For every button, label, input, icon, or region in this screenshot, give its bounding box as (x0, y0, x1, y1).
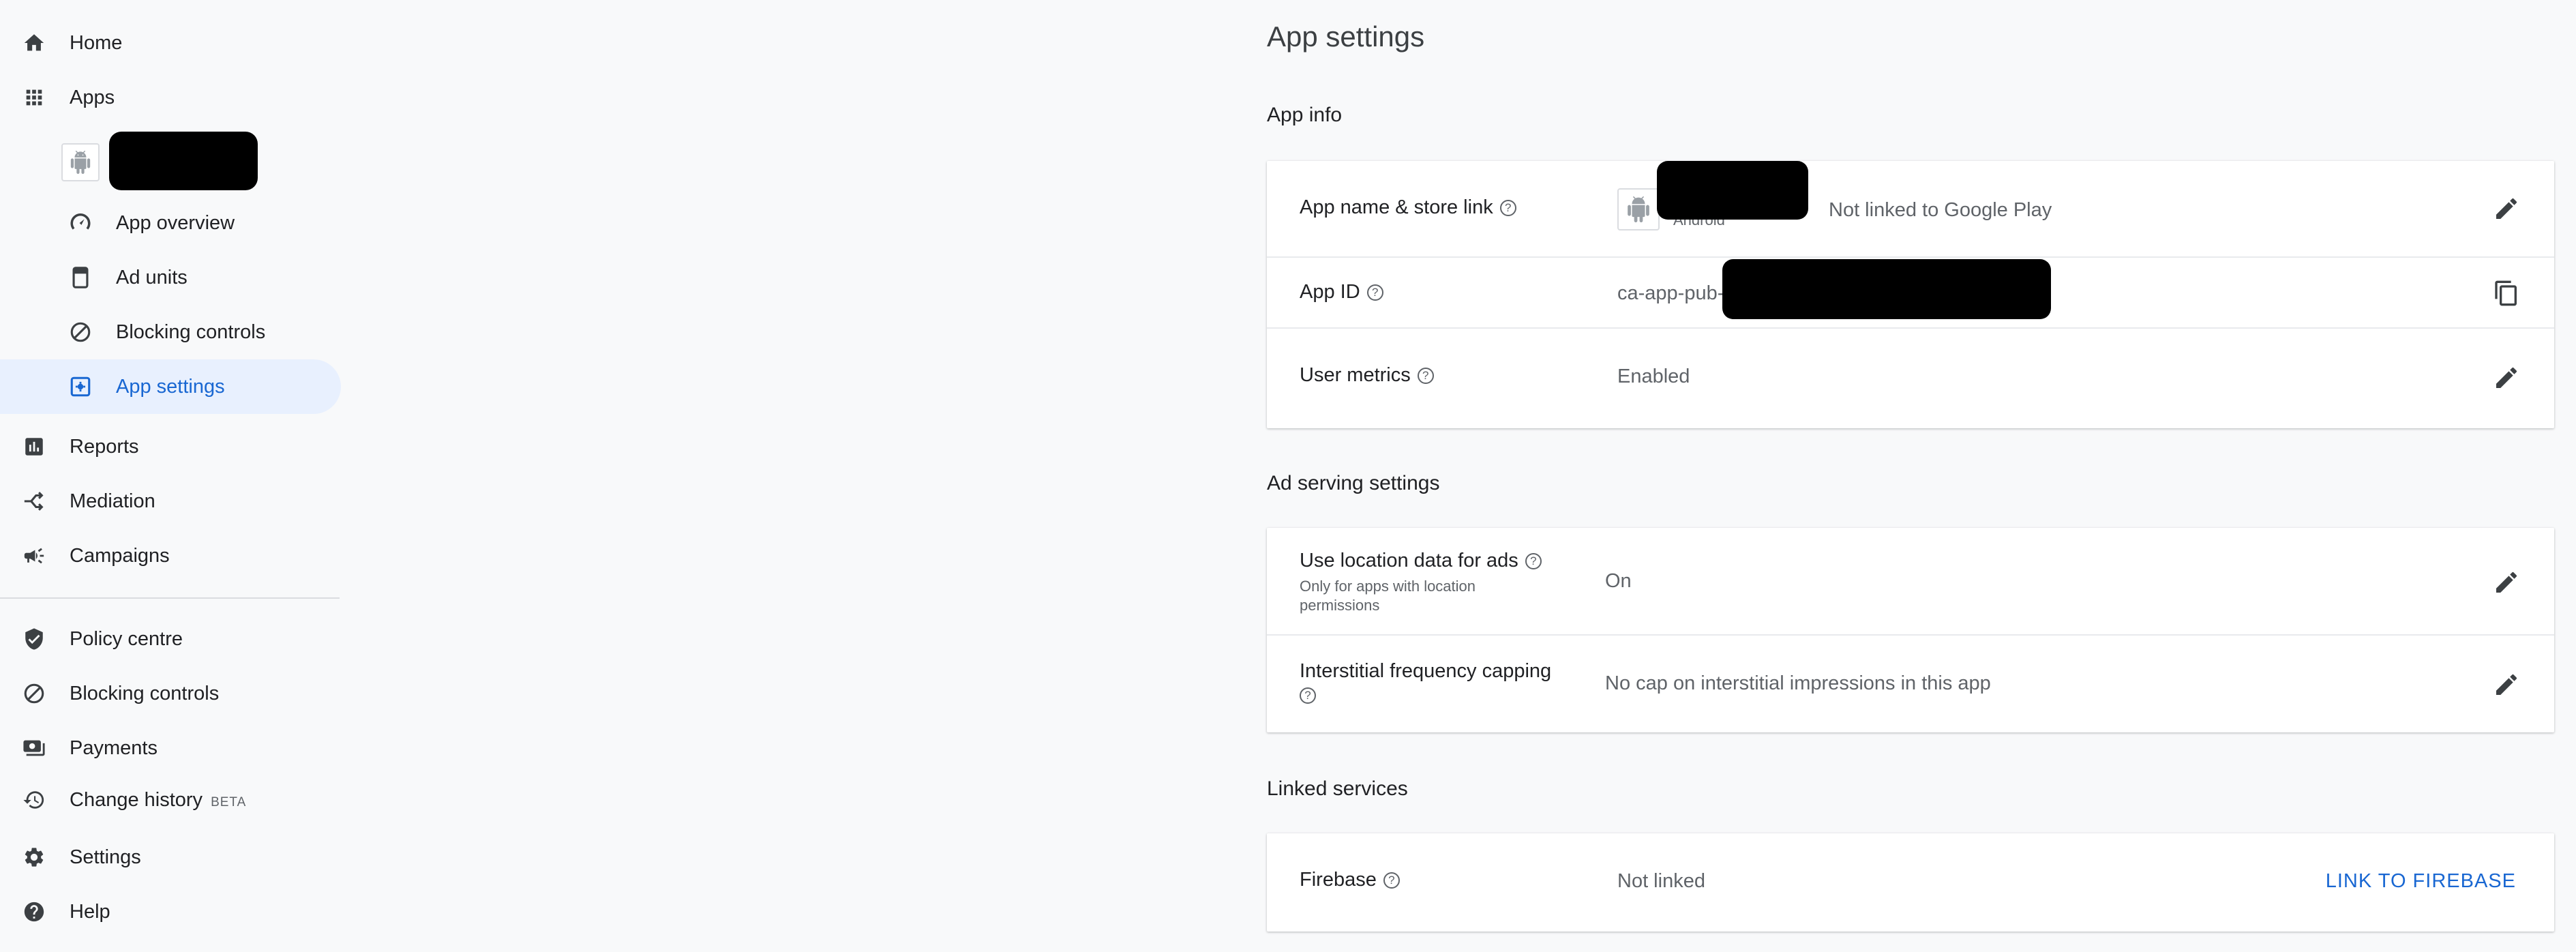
store-link-status: Not linked to Google Play (1829, 199, 2052, 221)
sidebar-item-ad-units[interactable]: Ad units (0, 250, 341, 305)
sidebar-item-app-blocking-controls[interactable]: Blocking controls (0, 305, 341, 359)
sidebar-item-label: Apps (70, 86, 115, 108)
sidebar-item-apps[interactable]: Apps (0, 70, 341, 125)
pencil-icon (2496, 674, 2517, 695)
copy-button[interactable] (2491, 278, 2521, 308)
sidebar-item-payments[interactable]: Payments (0, 721, 341, 775)
app-info-card: App name & store link? Android Not linke… (1267, 161, 2554, 428)
row-label: Firebase (1300, 869, 1377, 891)
row-firebase: Firebase? Not linked LINK TO FIREBASE (1267, 833, 2554, 932)
beta-badge: BETA (211, 794, 247, 809)
row-label: Interstitial frequency capping (1300, 660, 1552, 682)
edit-button[interactable] (2491, 363, 2521, 393)
sidebar-item-campaigns[interactable]: Campaigns (0, 529, 341, 583)
page-title: App settings (1267, 20, 1425, 53)
edit-button[interactable] (2491, 567, 2521, 597)
help-circle-icon[interactable]: ? (1499, 200, 1516, 217)
sidebar-item-label: App settings (116, 375, 225, 398)
linked-services-card: Firebase? Not linked LINK TO FIREBASE (1267, 833, 2554, 932)
gear-icon (20, 844, 48, 871)
location-value: On (1605, 570, 1632, 592)
sidebar-item-help[interactable]: Help (0, 884, 341, 939)
sidebar-item-label: Change history (70, 788, 203, 811)
app-settings-icon (67, 373, 94, 400)
shield-icon (20, 625, 48, 653)
sidebar-item-blocking-controls[interactable]: Blocking controls (0, 666, 341, 721)
edit-button[interactable] (2491, 670, 2521, 700)
payments-icon (20, 734, 48, 762)
firebase-status: Not linked (1617, 870, 1705, 892)
row-location-data: Use location data for ads? Only for apps… (1267, 528, 2554, 636)
edit-button[interactable] (2491, 194, 2521, 224)
history-icon (20, 786, 48, 814)
sidebar-divider (0, 597, 340, 599)
row-frequency-capping: Interstitial frequency capping ? No cap … (1267, 636, 2554, 732)
row-label: Use location data for ads (1300, 550, 1518, 571)
sidebar-item-label: Home (70, 31, 123, 54)
row-app-id: App ID? ca-app-pub- (1267, 258, 2554, 329)
megaphone-icon (20, 542, 48, 569)
row-app-name-store-link: App name & store link? Android Not linke… (1267, 161, 2554, 258)
sidebar-item-label: Campaigns (70, 544, 170, 567)
section-title-ad-serving: Ad serving settings (1267, 472, 1440, 494)
sidebar-item-label: Policy centre (70, 627, 183, 650)
section-title-linked-services: Linked services (1267, 777, 1408, 800)
sidebar-item-label: Help (70, 900, 110, 923)
row-user-metrics: User metrics? Enabled (1267, 329, 2554, 428)
block-icon (67, 318, 94, 346)
sidebar-item-mediation[interactable]: Mediation (0, 474, 341, 529)
frequency-value: No cap on interstitial impressions in th… (1605, 672, 1991, 694)
app-android-icon (1617, 188, 1660, 230)
help-circle-icon[interactable]: ? (1417, 368, 1434, 385)
sidebar-item-label: Settings (70, 846, 141, 868)
row-label: App name & store link (1300, 196, 1493, 218)
home-icon (20, 29, 48, 57)
pencil-icon (2496, 571, 2517, 593)
bar-chart-icon (20, 433, 48, 460)
help-circle-icon[interactable]: ? (1300, 687, 1316, 704)
sidebar-item-settings[interactable]: Settings (0, 830, 341, 884)
link-to-firebase-button[interactable]: LINK TO FIREBASE (2326, 870, 2516, 893)
speedometer-icon (67, 209, 94, 237)
sidebar-nav: Home Apps App overview Ad units Blocking… (0, 0, 341, 952)
help-circle-icon[interactable]: ? (1366, 284, 1383, 301)
pencil-icon (2496, 367, 2517, 388)
mediation-icon (20, 488, 48, 515)
sidebar-item-app-settings[interactable]: App settings (0, 359, 341, 414)
redacted-app-name (109, 132, 258, 190)
sidebar-item-label: App overview (116, 211, 235, 234)
sidebar-item-policy-centre[interactable]: Policy centre (0, 612, 341, 666)
help-circle-icon[interactable]: ? (1525, 553, 1542, 570)
help-circle-icon[interactable]: ? (1383, 872, 1400, 889)
redacted-app-id (1722, 259, 2051, 319)
sidebar-item-label: Reports (70, 435, 139, 458)
sidebar-item-label: Blocking controls (116, 321, 266, 343)
row-label: App ID (1300, 281, 1360, 303)
apps-grid-icon (20, 84, 48, 111)
block-icon (20, 680, 48, 707)
app-android-icon[interactable] (61, 143, 100, 181)
help-icon (20, 898, 48, 925)
sidebar-item-change-history[interactable]: Change history BETA (0, 773, 341, 827)
sidebar-item-label: Payments (70, 737, 158, 759)
sidebar-item-reports[interactable]: Reports (0, 419, 341, 474)
copy-icon (2495, 280, 2517, 306)
sidebar-item-app-overview[interactable]: App overview (0, 196, 341, 250)
redacted-app-name (1657, 161, 1808, 220)
ad-unit-icon (67, 264, 94, 291)
row-sublabel: Only for apps with location permissions (1300, 578, 1476, 614)
section-title-app-info: App info (1267, 104, 1343, 126)
sidebar-item-label: Ad units (116, 266, 188, 288)
user-metrics-value: Enabled (1617, 366, 1690, 387)
row-label: User metrics (1300, 364, 1411, 386)
ad-serving-card: Use location data for ads? Only for apps… (1267, 528, 2554, 732)
pencil-icon (2496, 198, 2517, 219)
app-id-value: ca-app-pub- (1617, 282, 1724, 304)
sidebar-item-label: Blocking controls (70, 682, 220, 704)
sidebar-item-label: Mediation (70, 490, 155, 512)
sidebar-item-home[interactable]: Home (0, 16, 341, 70)
